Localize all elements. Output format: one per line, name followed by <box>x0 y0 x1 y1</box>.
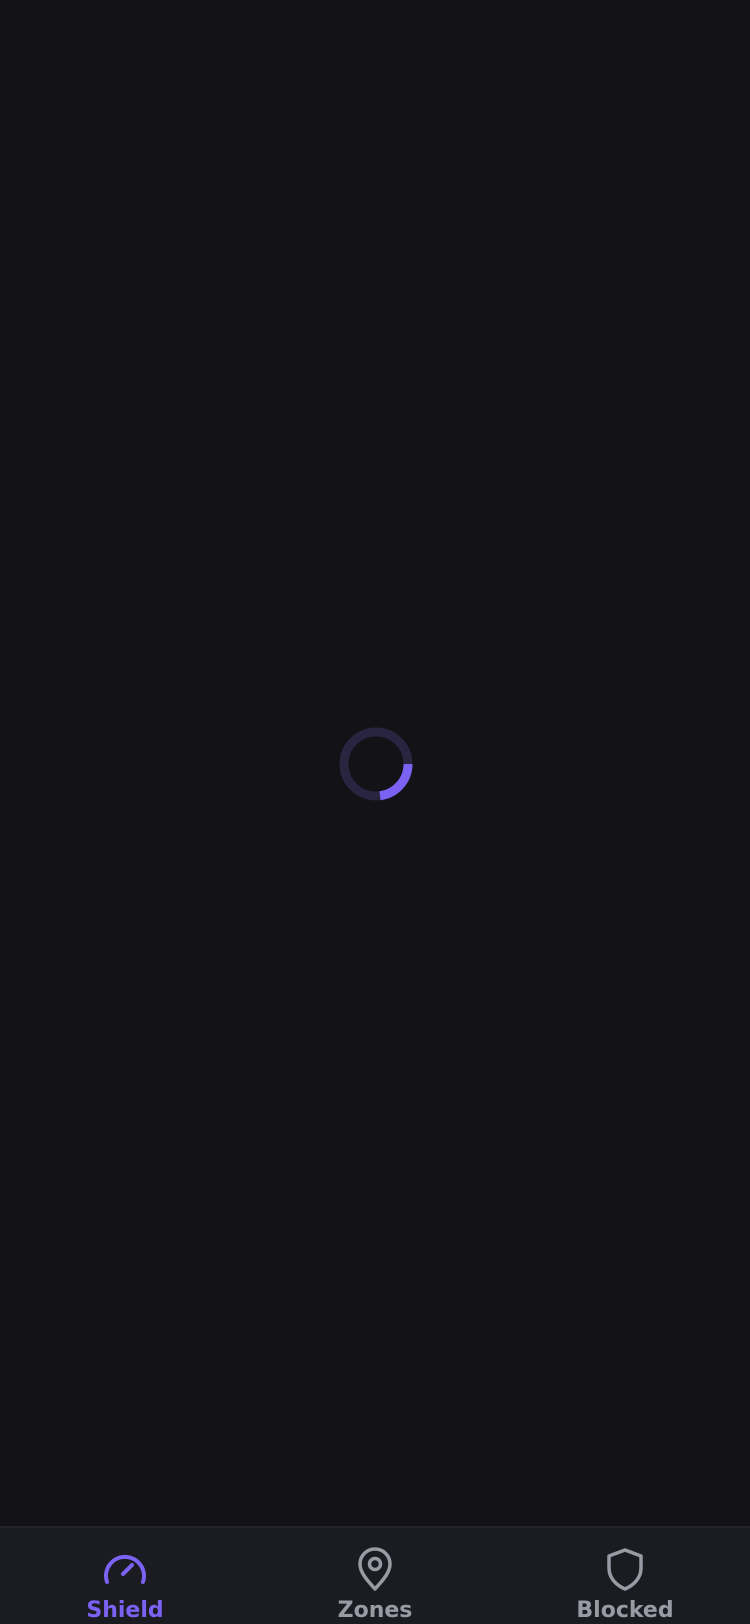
tab-shield-label: Shield <box>86 1598 164 1623</box>
tab-zones-label: Zones <box>337 1598 413 1623</box>
tab-shield[interactable]: Shield <box>0 1528 250 1624</box>
spinner-icon <box>339 727 413 801</box>
loading-spinner <box>339 727 413 801</box>
tab-zones[interactable]: Zones <box>250 1528 500 1624</box>
bottom-tab-bar: Shield Zones Blocked <box>0 1526 750 1624</box>
gauge-icon <box>104 1554 146 1584</box>
app-screen: Shield Zones Blocked <box>0 0 750 1624</box>
shield-icon <box>607 1548 643 1591</box>
tab-blocked-label: Blocked <box>576 1598 674 1623</box>
tab-blocked[interactable]: Blocked <box>500 1528 750 1624</box>
map-pin-icon <box>358 1547 392 1591</box>
